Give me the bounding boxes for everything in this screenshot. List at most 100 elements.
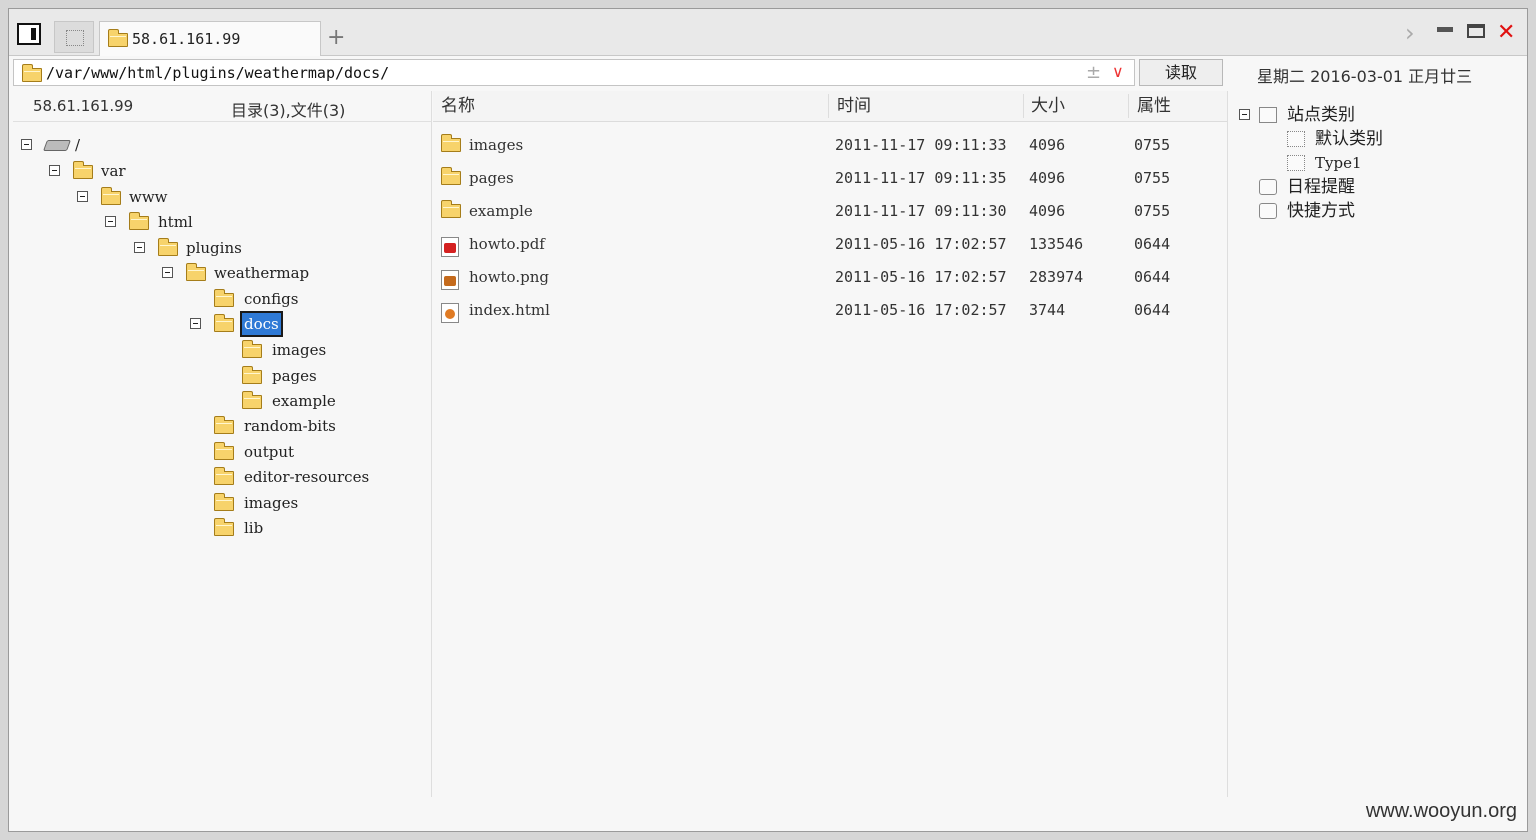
tree-node-docs[interactable]: docs — [13, 311, 413, 337]
path-text: /var/www/html/plugins/weathermap/docs/ — [46, 64, 390, 82]
calendar-icon — [1259, 179, 1277, 195]
folder-icon — [214, 467, 234, 485]
folder-icon — [441, 200, 461, 218]
tab-server[interactable]: 58.61.161.99 — [99, 21, 321, 56]
tree-node-example[interactable]: example — [13, 389, 413, 413]
tree-node-pages[interactable]: pages — [13, 364, 413, 388]
minimize-button[interactable] — [1437, 27, 1453, 32]
collapse-icon[interactable] — [49, 165, 60, 176]
chevron-down-icon[interactable]: ∨ — [1112, 62, 1124, 81]
tree-node-label: www — [129, 188, 168, 206]
file-attr: 0644 — [1134, 268, 1171, 286]
file-list-header: 名称 时间 大小 属性 — [433, 91, 1227, 122]
file-attr: 0644 — [1134, 301, 1171, 319]
folder-icon — [73, 161, 93, 179]
collapse-icon[interactable] — [134, 242, 145, 253]
collapse-icon[interactable] — [162, 267, 173, 278]
file-row[interactable]: pages 2011-11-17 09:11:35 4096 0755 — [433, 163, 1227, 193]
site-category-label: 站点类别 — [1287, 105, 1355, 125]
file-name: example — [469, 202, 533, 220]
column-divider[interactable] — [1023, 94, 1024, 118]
plus-minus-icon[interactable]: ± — [1086, 62, 1101, 83]
file-name: pages — [469, 169, 514, 187]
file-row[interactable]: index.html 2011-05-16 17:02:57 3744 0644 — [433, 295, 1227, 325]
read-button[interactable]: 读取 — [1139, 59, 1223, 86]
file-size: 4096 — [1029, 169, 1066, 187]
file-attr: 0755 — [1134, 136, 1171, 154]
shortcuts-label: 快捷方式 — [1287, 201, 1355, 221]
type1-label: Type1 — [1315, 154, 1362, 172]
folder-icon — [108, 29, 128, 47]
maximize-button[interactable] — [1467, 24, 1485, 38]
tree-node-configs[interactable]: configs — [13, 287, 413, 311]
tree-node-images[interactable]: images — [13, 338, 413, 362]
tree-node-label: weathermap — [214, 264, 310, 282]
blank-page-icon — [66, 30, 84, 46]
column-header-size[interactable]: 大小 — [1031, 95, 1065, 119]
tree-node-label-selected: docs — [240, 311, 283, 337]
watermark: www.wooyun.org — [1365, 800, 1517, 822]
tree-node-output[interactable]: output — [13, 440, 413, 464]
column-header-time[interactable]: 时间 — [837, 95, 871, 119]
column-divider[interactable] — [828, 94, 829, 118]
collapse-icon[interactable] — [190, 318, 201, 329]
dir-summary: 目录(3),文件(3) — [231, 101, 346, 120]
tree-node-random-bits[interactable]: random-bits — [13, 414, 413, 438]
tree-node-label: images — [244, 494, 299, 512]
tree-node-label: pages — [272, 367, 317, 385]
file-row[interactable]: images 2011-11-17 09:11:33 4096 0755 — [433, 130, 1227, 160]
tree-node-weathermap[interactable]: weathermap — [13, 261, 413, 285]
tab-blank[interactable] — [54, 21, 94, 53]
column-divider[interactable] — [1128, 94, 1129, 118]
collapse-icon[interactable] — [21, 139, 32, 150]
hand-icon — [1259, 203, 1277, 219]
tree-node-label: configs — [244, 290, 299, 308]
category-item-icon — [1287, 131, 1305, 147]
tree-node-plugins[interactable]: plugins — [13, 236, 413, 260]
sidebar-panel: 站点类别 默认类别 Type1 日程提醒 快捷方式 — [1229, 91, 1525, 797]
add-tab-button[interactable]: + — [327, 27, 345, 49]
tree-node-html[interactable]: html — [13, 210, 413, 234]
folder-icon — [101, 187, 121, 205]
tree-node-label: images — [272, 341, 327, 359]
tree-node-lib[interactable]: lib — [13, 516, 413, 540]
file-row[interactable]: howto.pdf 2011-05-16 17:02:57 133546 064… — [433, 229, 1227, 259]
tree-node-label: random-bits — [244, 417, 336, 435]
path-input[interactable]: /var/www/html/plugins/weathermap/docs/ ±… — [13, 59, 1135, 86]
file-name: images — [469, 136, 524, 154]
file-name: howto.pdf — [469, 235, 545, 253]
chevron-right-icon[interactable]: › — [1405, 21, 1415, 45]
file-time: 2011-05-16 17:02:57 — [835, 235, 1007, 253]
tree-header: 58.61.161.99 目录(3),文件(3) — [13, 91, 431, 122]
collapse-icon[interactable] — [105, 216, 116, 227]
tree-node-label: html — [158, 213, 193, 231]
column-header-attr[interactable]: 属性 — [1137, 95, 1171, 119]
tab-label: 58.61.161.99 — [132, 30, 241, 48]
tree-node-label: / — [75, 136, 81, 154]
file-attr: 0755 — [1134, 169, 1171, 187]
collapse-icon[interactable] — [1239, 109, 1250, 120]
tree-node-root[interactable]: / — [13, 133, 413, 157]
drive-icon — [42, 140, 72, 151]
file-row[interactable]: howto.png 2011-05-16 17:02:57 283974 064… — [433, 262, 1227, 292]
tree-node-editor-resources[interactable]: editor-resources — [13, 465, 413, 489]
folder-icon — [214, 442, 234, 460]
column-header-name[interactable]: 名称 — [441, 95, 475, 119]
category-icon — [1259, 107, 1277, 123]
tree-node-www[interactable]: www — [13, 185, 413, 209]
pdf-icon — [441, 237, 459, 257]
image-icon — [441, 270, 459, 290]
file-row[interactable]: example 2011-11-17 09:11:30 4096 0755 — [433, 196, 1227, 226]
close-button[interactable]: ✕ — [1497, 21, 1515, 45]
server-ip: 58.61.161.99 — [33, 97, 134, 115]
file-size: 4096 — [1029, 136, 1066, 154]
tree-node-images-2[interactable]: images — [13, 491, 413, 515]
app-window: 58.61.161.99 + › ✕ /var/www/html/plugins… — [8, 8, 1528, 832]
panel-toggle-icon[interactable] — [17, 23, 41, 45]
file-size: 4096 — [1029, 202, 1066, 220]
collapse-icon[interactable] — [77, 191, 88, 202]
tree-node-label: var — [101, 162, 126, 180]
category-item-icon — [1287, 155, 1305, 171]
tree-node-var[interactable]: var — [13, 159, 413, 183]
schedule-label: 日程提醒 — [1287, 177, 1355, 197]
